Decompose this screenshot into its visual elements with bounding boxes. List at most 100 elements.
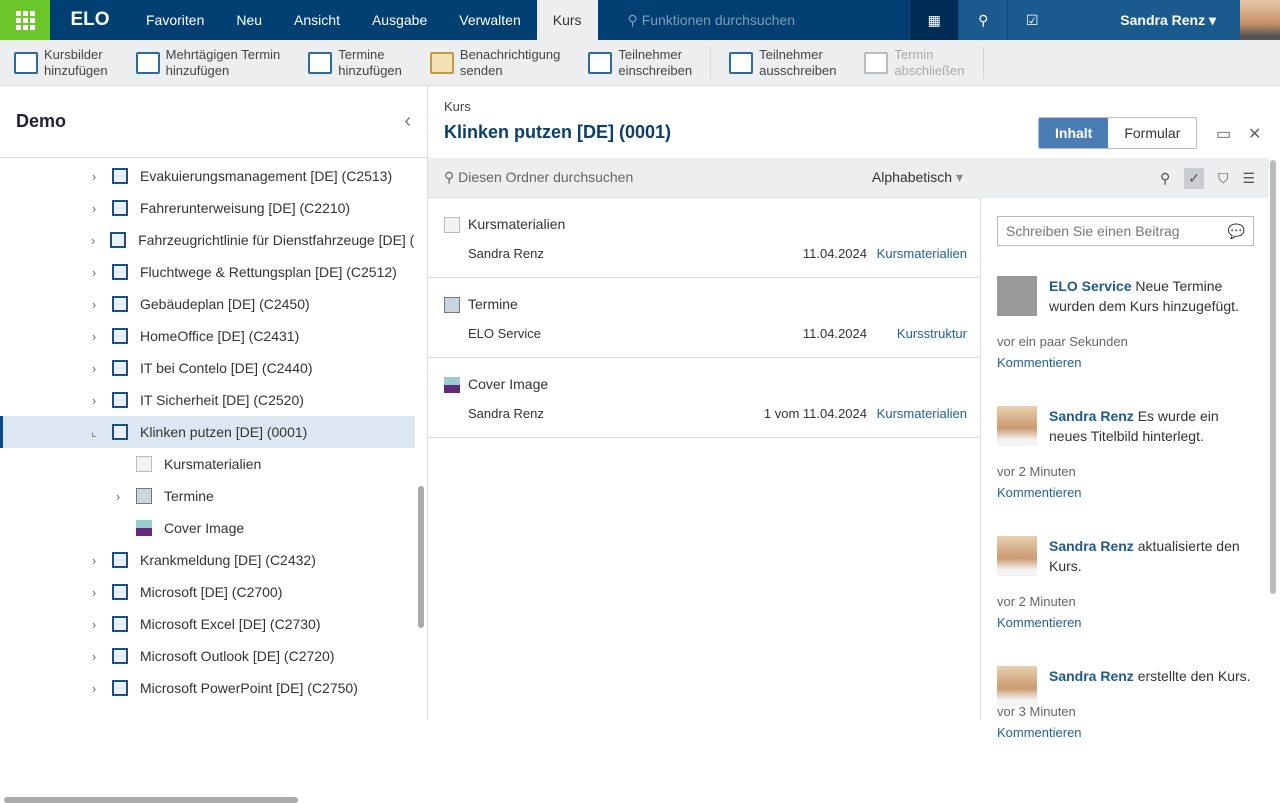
feed-checklist-icon[interactable]: ✓ bbox=[1184, 167, 1204, 189]
tree-vertical-scrollbar[interactable] bbox=[418, 486, 424, 628]
item-path[interactable]: Kursmaterialien bbox=[877, 406, 967, 421]
item-path[interactable]: Kursstruktur bbox=[897, 326, 967, 341]
course-icon bbox=[112, 392, 128, 408]
comment-bubble-icon[interactable]: 💬 bbox=[1228, 217, 1245, 245]
chevron-right-icon[interactable]: › bbox=[84, 649, 104, 664]
close-icon[interactable]: ✕ bbox=[1248, 124, 1261, 144]
search-icon[interactable]: ⚲ bbox=[958, 0, 1008, 40]
menu-ansicht[interactable]: Ansicht bbox=[278, 0, 356, 40]
tree-item[interactable]: › Fluchtwege & Rettungsplan [DE] (C2512) bbox=[0, 256, 415, 288]
tree-item[interactable]: › Krankmeldung [DE] (C2432) bbox=[0, 544, 415, 576]
menu-favoriten[interactable]: Favoriten bbox=[130, 0, 220, 40]
chevron-right-icon[interactable]: › bbox=[84, 361, 104, 376]
post-time: vor 2 Minuten bbox=[997, 594, 1076, 609]
comment-link[interactable]: Kommentieren bbox=[997, 485, 1254, 500]
add-multiday-event-button[interactable]: Mehrtägigen Termin hinzufügen bbox=[122, 47, 295, 79]
tree-item[interactable]: › Microsoft Excel [DE] (C2730) bbox=[0, 608, 415, 640]
list-view-icon[interactable]: ☰ bbox=[1242, 170, 1255, 187]
chevron-right-icon[interactable]: › bbox=[84, 169, 104, 184]
post-time: vor 2 Minuten bbox=[997, 464, 1076, 479]
list-item[interactable]: Kursmaterialien Sandra Renz 11.04.2024 Kurs… bbox=[428, 198, 979, 278]
post-text: erstellte den Kurs. bbox=[1137, 668, 1251, 684]
breadcrumb[interactable]: Kurs bbox=[444, 99, 471, 114]
folder-search-input[interactable]: ⚲ Diesen Ordner durchsuchen bbox=[444, 169, 872, 186]
tree-item[interactable]: Cover Image bbox=[0, 512, 415, 544]
folder-icon bbox=[444, 217, 460, 233]
chevron-right-icon[interactable]: › bbox=[84, 297, 104, 312]
menu-ausgabe[interactable]: Ausgabe bbox=[356, 0, 443, 40]
item-name: Cover Image bbox=[468, 376, 549, 392]
apps-grid-icon[interactable] bbox=[0, 0, 50, 40]
post-author[interactable]: Sandra Renz bbox=[1049, 408, 1134, 424]
tab-inhalt[interactable]: Inhalt bbox=[1039, 118, 1109, 148]
chevron-right-icon[interactable]: › bbox=[84, 553, 104, 568]
collapse-panel-icon[interactable]: ‹ bbox=[404, 110, 411, 133]
tasks-checkbox-icon[interactable]: ☑ bbox=[1007, 0, 1057, 40]
tree-item[interactable]: › Fahrerunterweisung [DE] (C2210) bbox=[0, 192, 415, 224]
add-events-button[interactable]: Termine hinzufügen bbox=[294, 47, 416, 79]
search-icon[interactable]: ⚲ bbox=[1160, 170, 1170, 187]
function-search-input[interactable]: ⚲ Funktionen durchsuchen bbox=[598, 0, 910, 40]
item-path[interactable]: Kursmaterialien bbox=[877, 246, 967, 261]
tree-item[interactable]: › HomeOffice [DE] (C2431) bbox=[0, 320, 415, 352]
sort-dropdown[interactable]: Alphabetisch ▾ bbox=[872, 169, 963, 186]
tree-item[interactable]: Kursmaterialien bbox=[0, 448, 415, 480]
tree-item[interactable]: ⌞ Klinken putzen [DE] (0001) bbox=[0, 416, 415, 448]
chevron-right-icon[interactable]: › bbox=[84, 265, 104, 280]
list-item[interactable]: Termine ELO Service 11.04.2024 Kursstruktur bbox=[428, 278, 979, 358]
course-icon bbox=[110, 232, 127, 248]
tree-item[interactable]: › IT bei Contelo [DE] (C2440) bbox=[0, 352, 415, 384]
layout-icon[interactable]: ▭ bbox=[1216, 124, 1231, 144]
add-course-images-button[interactable]: Kursbilder hinzufügen bbox=[0, 47, 122, 79]
menu-kurs[interactable]: Kurs bbox=[536, 0, 598, 40]
user-avatar[interactable] bbox=[1240, 0, 1280, 40]
elo-app-icon[interactable]: ▦ bbox=[909, 0, 959, 40]
tree-item[interactable]: › IT Sicherheit [DE] (C2520) bbox=[0, 384, 415, 416]
menu-neu[interactable]: Neu bbox=[220, 0, 278, 40]
enroll-participants-button[interactable]: Teilnehmer einschreiben bbox=[574, 47, 706, 79]
tree-item[interactable]: › Termine bbox=[0, 480, 415, 512]
chevron-right-icon[interactable]: › bbox=[84, 329, 104, 344]
sort-value: Alphabetisch bbox=[871, 169, 953, 185]
chevron-right-icon[interactable]: › bbox=[84, 617, 104, 632]
tree-item-label: Cover Image bbox=[164, 520, 245, 536]
label: senden bbox=[459, 62, 503, 78]
tab-formular[interactable]: Formular bbox=[1108, 118, 1196, 148]
menu-verwalten[interactable]: Verwalten bbox=[443, 0, 536, 40]
course-icon bbox=[112, 360, 128, 376]
chevron-right-icon[interactable]: ⌞ bbox=[84, 424, 104, 440]
comment-link[interactable]: Kommentieren bbox=[997, 615, 1254, 630]
user-menu[interactable]: Sandra Renz ▾ bbox=[1056, 0, 1240, 40]
list-item[interactable]: Cover Image Sandra Renz 1 vom 11.04.2024 Ku… bbox=[428, 358, 979, 438]
post-author[interactable]: Sandra Renz bbox=[1049, 538, 1134, 554]
post-author[interactable]: Sandra Renz bbox=[1049, 668, 1134, 684]
chevron-right-icon[interactable]: › bbox=[84, 233, 102, 248]
filter-icon[interactable]: ⛉ bbox=[1218, 170, 1229, 187]
tree-horizontal-scrollbar[interactable] bbox=[4, 797, 298, 803]
feed-scrollbar[interactable] bbox=[1270, 160, 1276, 594]
post-input[interactable]: Schreiben Sie einen Beitrag 💬 bbox=[997, 216, 1254, 246]
feed-panel: Schreiben Sie einen Beitrag 💬 ELO Service… bbox=[980, 198, 1270, 740]
comment-link[interactable]: Kommentieren bbox=[997, 725, 1254, 740]
chevron-right-icon[interactable]: › bbox=[84, 681, 104, 696]
tree-item[interactable]: › Microsoft [DE] (C2700) bbox=[0, 576, 415, 608]
tree-item[interactable]: › Fahrzeugrichtlinie für Dienstfahrzeuge … bbox=[0, 224, 415, 256]
chevron-right-icon[interactable]: › bbox=[84, 585, 104, 600]
chevron-right-icon[interactable]: › bbox=[84, 393, 104, 408]
comment-link[interactable]: Kommentieren bbox=[997, 355, 1254, 370]
chevron-right-icon[interactable]: › bbox=[108, 489, 128, 504]
send-notification-button[interactable]: Benachrichtigung senden bbox=[416, 47, 574, 79]
tree-item[interactable]: › Gebäudeplan [DE] (C2450) bbox=[0, 288, 415, 320]
complete-event-button[interactable]: Termin abschließen bbox=[850, 47, 978, 79]
label: abschließen bbox=[894, 62, 965, 78]
course-icon bbox=[112, 552, 128, 568]
chevron-right-icon[interactable]: › bbox=[84, 201, 104, 216]
course-icon bbox=[112, 264, 128, 280]
label: Teilnehmer bbox=[618, 46, 682, 62]
tree-item[interactable]: › Evakuierungsmanagement [DE] (C2513) bbox=[0, 160, 415, 192]
unenroll-participants-button[interactable]: Teilnehmer ausschreiben bbox=[715, 47, 850, 79]
tree-item[interactable]: › Microsoft PowerPoint [DE] (C2750) bbox=[0, 672, 415, 704]
tree-item[interactable]: › Microsoft Outlook [DE] (C2720) bbox=[0, 640, 415, 672]
post-author[interactable]: ELO Service bbox=[1049, 278, 1132, 294]
calendar-lock-icon bbox=[864, 51, 889, 74]
